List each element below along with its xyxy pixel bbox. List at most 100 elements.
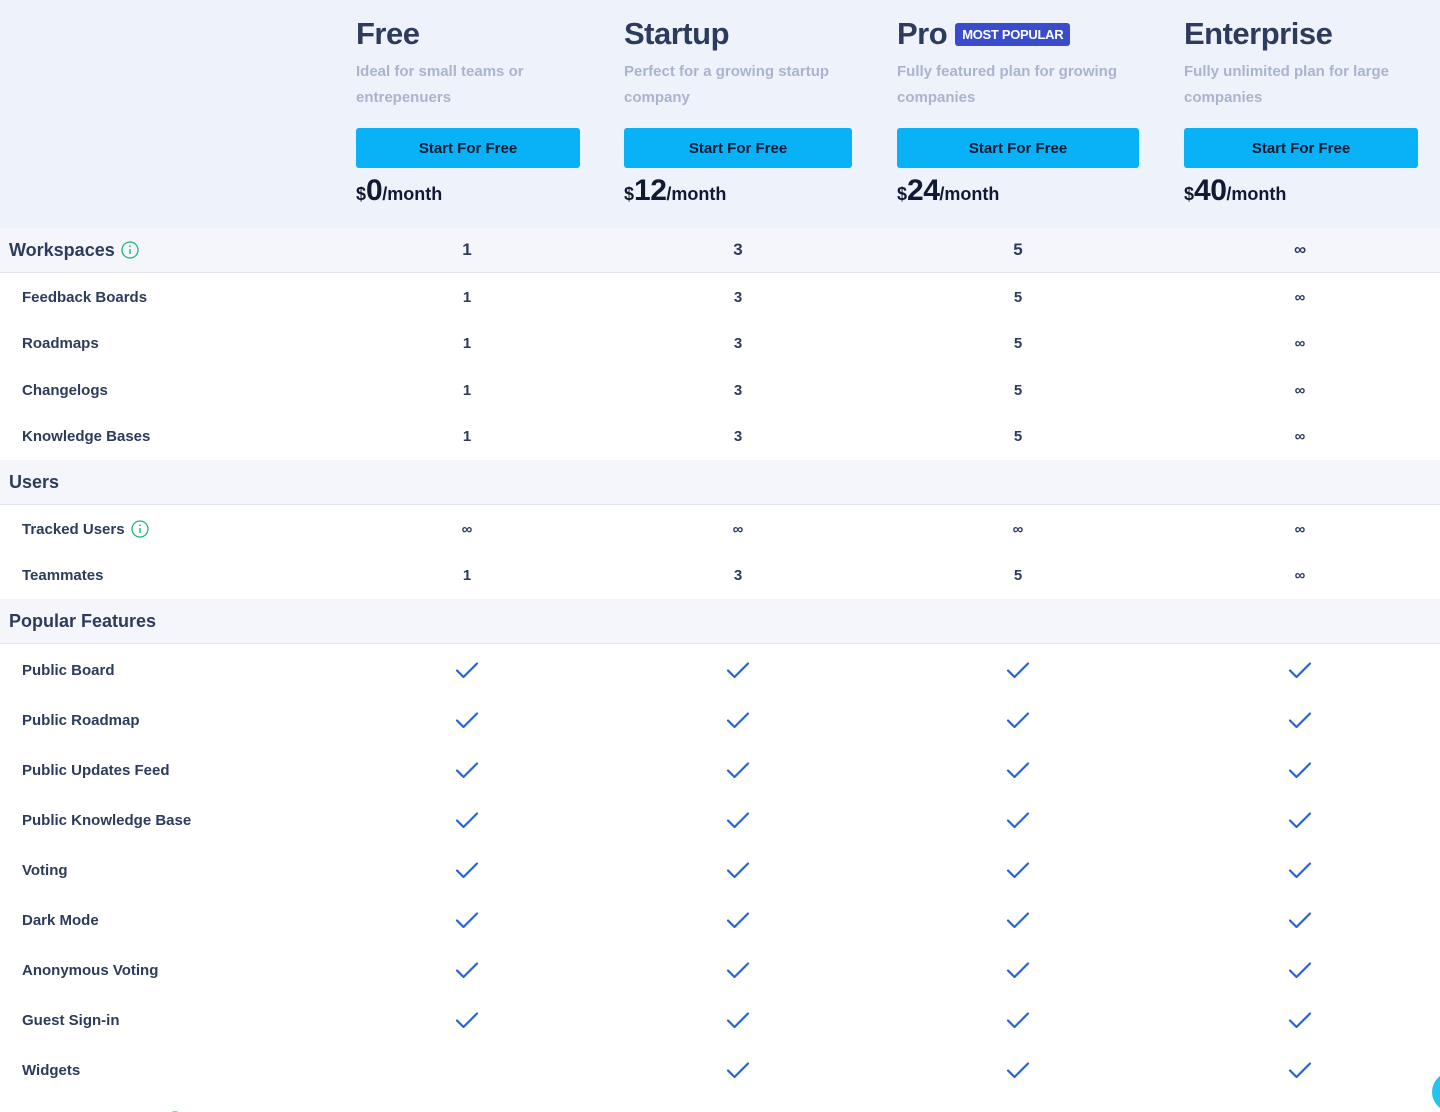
feature-label: Anonymous Voting	[22, 945, 158, 995]
feature-label: Public Knowledge Base	[22, 795, 191, 845]
checkmark-icon	[1006, 662, 1030, 679]
checkmark-icon	[1288, 812, 1312, 829]
plan-description-line: Perfect for a growing startup	[624, 63, 830, 80]
feature-label: Changelogs	[22, 367, 108, 414]
feature-check-cell	[708, 795, 768, 845]
section-value-cell: ∞	[1293, 240, 1307, 259]
feature-label-text: Roadmaps	[22, 335, 99, 353]
feature-check-cell	[1270, 695, 1330, 745]
checkmark-icon	[1288, 1012, 1312, 1029]
price-currency: $	[624, 184, 635, 204]
feature-label-text: Public Updates Feed	[22, 761, 170, 779]
feature-label: Teammates	[22, 553, 103, 600]
feature-check-cell	[988, 645, 1048, 695]
checkmark-icon	[1288, 762, 1312, 779]
feature-value-cell: 5	[1013, 567, 1023, 585]
plan-price: $0/month	[356, 174, 442, 208]
feature-value-cell: 5	[1013, 335, 1023, 353]
start-for-free-button[interactable]: Start For Free	[897, 128, 1139, 168]
feature-label: Tracked Users	[22, 506, 149, 553]
price-period: /month	[666, 184, 727, 204]
section-title-text: Users	[9, 471, 60, 492]
plan-price: $12/month	[624, 174, 726, 208]
price-currency: $	[897, 184, 908, 204]
table-row: Public Board	[0, 645, 1440, 695]
feature-value-cell: 1	[462, 567, 472, 585]
checkmark-icon	[1006, 812, 1030, 829]
plan-name-row: Free	[356, 16, 420, 52]
start-for-free-button[interactable]: Start For Free	[1184, 128, 1418, 168]
feature-check-cell	[988, 745, 1048, 795]
feature-check-cell	[1270, 845, 1330, 895]
section-value-cell: 5	[1013, 240, 1023, 259]
feature-check-cell	[1270, 745, 1330, 795]
price-amount: 12	[634, 174, 667, 207]
feature-check-cell	[988, 695, 1048, 745]
feature-check-cell	[437, 745, 497, 795]
plan-description-line: entrepenuers	[356, 89, 452, 106]
feature-check-cell	[708, 645, 768, 695]
feature-label-text: Public Knowledge Base	[22, 811, 192, 829]
table-row: Teammates 1 3 5 ∞	[0, 553, 1440, 600]
checkmark-icon	[1288, 712, 1312, 729]
feature-value-cell: 5	[1013, 428, 1023, 446]
table-row: Widgets	[0, 1045, 1440, 1095]
section-title: Workspaces	[9, 228, 139, 272]
info-circle-icon[interactable]	[130, 520, 149, 538]
price-period: /month	[939, 184, 1000, 204]
feature-check-cell	[708, 895, 768, 945]
feature-value-cell: ∞	[1294, 520, 1306, 538]
feature-check-cell	[437, 995, 497, 1045]
table-row: Public Roadmap	[0, 695, 1440, 745]
feature-label-text: Public Roadmap	[22, 711, 140, 729]
checkmark-icon	[1006, 912, 1030, 929]
checkmark-icon	[726, 812, 750, 829]
table-row: Dark Mode	[0, 895, 1440, 945]
feature-check-cell	[1270, 945, 1330, 995]
feature-value-cell: 1	[462, 381, 472, 399]
checkmark-icon	[726, 1062, 750, 1079]
feature-check-cell	[1270, 1095, 1330, 1112]
price-currency: $	[356, 184, 367, 204]
feature-check-cell	[437, 695, 497, 745]
feature-value-cell: ∞	[1294, 288, 1306, 306]
feature-label: Public Board	[22, 645, 115, 695]
plan-name: Enterprise	[1184, 16, 1333, 51]
section-title-text: Popular Features	[9, 610, 157, 631]
feature-check-cell	[1270, 795, 1330, 845]
feature-label-text: Changelogs	[22, 381, 108, 399]
checkmark-icon	[726, 1012, 750, 1029]
feature-label-text: Feedback Boards	[22, 288, 148, 306]
feature-label-text: Dark Mode	[22, 911, 99, 929]
feature-check-cell	[708, 695, 768, 745]
feature-check-cell	[988, 945, 1048, 995]
feature-value-cell: 1	[462, 428, 472, 446]
section-value-cell: 3	[733, 240, 743, 259]
checkmark-icon	[1288, 1062, 1312, 1079]
table-row: Roadmaps 1 3 5 ∞	[0, 321, 1440, 368]
checkmark-icon	[455, 1012, 479, 1029]
checkmark-icon	[455, 912, 479, 929]
feature-check-cell	[708, 1095, 768, 1112]
feature-label-text: Public Board	[22, 661, 115, 679]
start-for-free-button[interactable]: Start For Free	[356, 128, 580, 168]
plan-description-line: Fully unlimited plan for large	[1184, 63, 1390, 80]
feature-check-cell	[708, 995, 768, 1045]
plan-description-line: Ideal for small teams or	[356, 63, 524, 80]
info-circle-icon[interactable]	[121, 241, 139, 259]
plan-name-row: Pro MOST POPULAR	[897, 16, 1071, 52]
feature-label: Roadmaps	[22, 321, 99, 368]
checkmark-icon	[1006, 1012, 1030, 1029]
feature-check-cell	[988, 995, 1048, 1045]
table-row: Tracked Users ∞ ∞ ∞ ∞	[0, 506, 1440, 553]
start-for-free-button[interactable]: Start For Free	[624, 128, 852, 168]
feature-check-cell	[988, 795, 1048, 845]
checkmark-icon	[1288, 862, 1312, 879]
section-row-workspaces: Workspaces 1 3 5 ∞	[0, 228, 1440, 273]
table-row: Guest Sign-in	[0, 995, 1440, 1045]
checkmark-icon	[1006, 1108, 1030, 1112]
price-period: /month	[382, 184, 443, 204]
table-row: Public Knowledge Base	[0, 795, 1440, 845]
plan-name: Pro	[897, 16, 948, 51]
table-row: Feedback Boards 1 3 5 ∞	[0, 274, 1440, 321]
